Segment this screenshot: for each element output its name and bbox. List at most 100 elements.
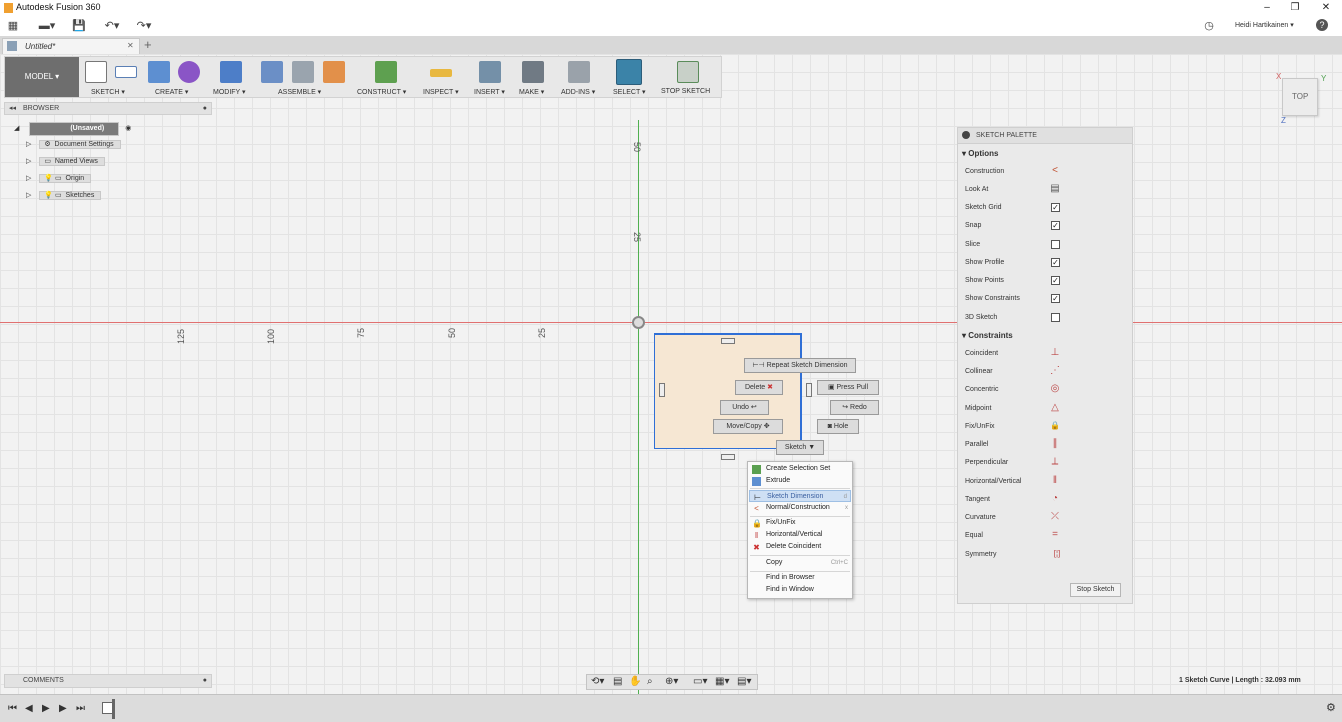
ribbon-construct-menu[interactable]: CONSTRUCT ▾ [357, 88, 406, 96]
constraint-midpoint[interactable]: Midpoint △ [965, 402, 1115, 416]
display-settings-icon[interactable]: ▭▾ [693, 676, 707, 687]
view-cube-face[interactable]: TOP [1292, 92, 1308, 101]
timeline-previous-icon[interactable]: ◀ [25, 704, 33, 714]
app-grid-icon[interactable]: ▦ [6, 19, 20, 33]
joint-icon[interactable] [292, 61, 314, 83]
vertical-constraint-icon-right[interactable] [806, 383, 812, 397]
ribbon-sketch-menu[interactable]: SKETCH ▾ [91, 88, 125, 96]
coincident-icon[interactable]: ⊥ [1049, 347, 1061, 359]
menu-sketch-dimension[interactable]: ⊢ Sketch Dimension d [749, 490, 851, 502]
options-section-header[interactable]: ▾ Options [962, 149, 998, 158]
browser-item-sketches[interactable]: ▷ 💡 ▭ Sketches [26, 190, 102, 202]
ribbon-inspect-menu[interactable]: INSPECT ▾ [423, 88, 459, 96]
browser-root[interactable]: ◢ (Unsaved) ◉ [14, 122, 131, 136]
timeline-last-icon[interactable]: ⏭ [76, 704, 85, 714]
lightbulb-icon[interactable]: 💡 [44, 192, 53, 199]
ribbon-create-menu[interactable]: CREATE ▾ [155, 88, 188, 96]
constraint-fix-unfix[interactable]: Fix/UnFix 🔒 [965, 420, 1115, 434]
browser-item-origin[interactable]: ▷ 💡 ▭ Origin [26, 173, 92, 185]
comments-pin-icon[interactable]: ● [203, 675, 207, 687]
collapse-browser-icon[interactable]: ◂◂ [9, 103, 16, 115]
tab-close-icon[interactable]: ✕ [127, 41, 134, 50]
scripts-icon[interactable] [568, 61, 590, 83]
grid-settings-icon[interactable]: ▦▾ [715, 676, 729, 687]
timeline-first-icon[interactable]: ⏮ [8, 704, 17, 714]
3d-sketch-checkbox[interactable] [1051, 313, 1060, 322]
menu-extrude[interactable]: Extrude [749, 475, 851, 487]
expand-icon[interactable]: ▷ [26, 192, 31, 199]
show-constraints-checkbox[interactable]: ✓ [1051, 294, 1060, 303]
ribbon-make-menu[interactable]: MAKE ▾ [519, 88, 544, 96]
sketch-submenu-button[interactable]: Sketch ▼ [776, 440, 824, 455]
lock-icon[interactable]: 🔒 [1049, 420, 1061, 432]
menu-find-in-browser[interactable]: Find in Browser [749, 572, 851, 584]
minimize-button[interactable]: – [1252, 0, 1282, 16]
constraints-section-header[interactable]: ▾ Constraints [962, 331, 1013, 340]
constraint-collinear[interactable]: Collinear ⋰ [965, 365, 1115, 379]
snap-checkbox[interactable]: ✓ [1051, 221, 1060, 230]
user-menu[interactable]: Heidi Hartikainen ▾ [1235, 21, 1294, 29]
constraint-coincident[interactable]: Coincident ⊥ [965, 347, 1115, 361]
save-icon[interactable]: 💾 [72, 19, 86, 33]
constraint-concentric[interactable]: Concentric ◎ [965, 383, 1115, 397]
constraint-perpendicular[interactable]: Perpendicular ⟂ [965, 456, 1115, 470]
press-pull-icon[interactable] [220, 61, 242, 83]
show-points-checkbox[interactable]: ✓ [1051, 276, 1060, 285]
sketch-line-selected[interactable] [654, 333, 802, 335]
origin-point-icon[interactable] [632, 316, 645, 329]
tangent-icon[interactable]: ◔ [1049, 493, 1061, 505]
create-sketch-icon[interactable] [85, 61, 107, 83]
browser-pin-icon[interactable]: ● [203, 103, 207, 115]
perpendicular-icon[interactable]: ⟂ [1049, 456, 1061, 468]
constraint-parallel[interactable]: Parallel ∥ [965, 438, 1115, 452]
delete-button[interactable]: Delete ✖ [735, 380, 783, 395]
curvature-icon[interactable]: ⤫ [1049, 511, 1061, 523]
constraint-tangent[interactable]: Tangent ◔ [965, 493, 1115, 507]
new-tab-button[interactable]: + [144, 37, 152, 52]
ribbon-stop-sketch[interactable]: STOP SKETCH [661, 88, 710, 95]
redo-button[interactable]: ↪ Redo [830, 400, 879, 415]
rigid-group-icon[interactable] [323, 61, 345, 83]
menu-find-in-window[interactable]: Find in Window [749, 584, 851, 596]
3d-print-icon[interactable] [522, 61, 544, 83]
help-icon[interactable]: ? [1316, 19, 1328, 31]
workspace-switcher[interactable]: MODEL ▾ [5, 57, 79, 97]
horizontal-vertical-icon[interactable]: ‖ [1049, 475, 1061, 487]
ribbon-insert-menu[interactable]: INSERT ▾ [474, 88, 505, 96]
collinear-icon[interactable]: ⋰ [1049, 365, 1061, 377]
measure-icon[interactable] [430, 69, 452, 77]
view-cube[interactable]: TOP [1282, 78, 1318, 116]
timeline-settings-icon[interactable]: ⚙ [1326, 703, 1336, 714]
look-at-icon[interactable]: ▤ [1049, 183, 1061, 195]
design-canvas[interactable]: 50 25 125 100 75 50 25 TOP X Y Z [0, 54, 1342, 694]
menu-copy[interactable]: Copy Ctrl+C [749, 557, 851, 569]
palette-header[interactable]: SKETCH PALETTE [958, 128, 1132, 144]
ribbon-select-menu[interactable]: SELECT ▾ [613, 88, 646, 96]
ribbon-addins-menu[interactable]: ADD-INS ▾ [561, 88, 595, 96]
fit-icon[interactable]: ⊕▾ [665, 676, 678, 687]
expand-root-icon[interactable]: ◢ [14, 125, 19, 132]
concentric-icon[interactable]: ◎ [1049, 383, 1061, 395]
stop-sketch-button[interactable]: Stop Sketch [1070, 583, 1121, 597]
menu-normal-construction[interactable]: < Normal/Construction x [749, 502, 851, 514]
expand-icon[interactable]: ▷ [26, 175, 31, 182]
construction-icon[interactable]: < [1049, 165, 1061, 177]
midpoint-icon[interactable]: △ [1049, 402, 1061, 414]
file-menu-icon[interactable]: ▬▾ [36, 19, 58, 33]
ribbon-assemble-menu[interactable]: ASSEMBLE ▾ [278, 88, 321, 96]
activate-root-icon[interactable]: ◉ [125, 125, 131, 132]
timeline-play-icon[interactable]: ▶ [42, 704, 50, 714]
press-pull-button[interactable]: ▣ Press Pull [817, 380, 879, 395]
horizontal-constraint-icon[interactable] [721, 338, 735, 344]
constraint-symmetry[interactable]: Symmetry [¦] [965, 548, 1115, 562]
menu-create-selection-set[interactable]: Create Selection Set [749, 463, 851, 475]
symmetry-icon[interactable]: [¦] [1049, 548, 1065, 560]
offset-plane-icon[interactable] [375, 61, 397, 83]
restore-button[interactable]: ❐ [1280, 0, 1310, 16]
close-window-button[interactable]: ✕ [1311, 0, 1341, 16]
tab-untitled[interactable]: Untitled* ✕ [2, 38, 140, 54]
menu-horizontal-vertical[interactable]: ‖ Horizontal/Vertical [749, 529, 851, 541]
sketch-line-left[interactable] [654, 333, 655, 449]
palette-close-icon[interactable] [962, 131, 970, 139]
expand-icon[interactable]: ▷ [26, 158, 31, 165]
